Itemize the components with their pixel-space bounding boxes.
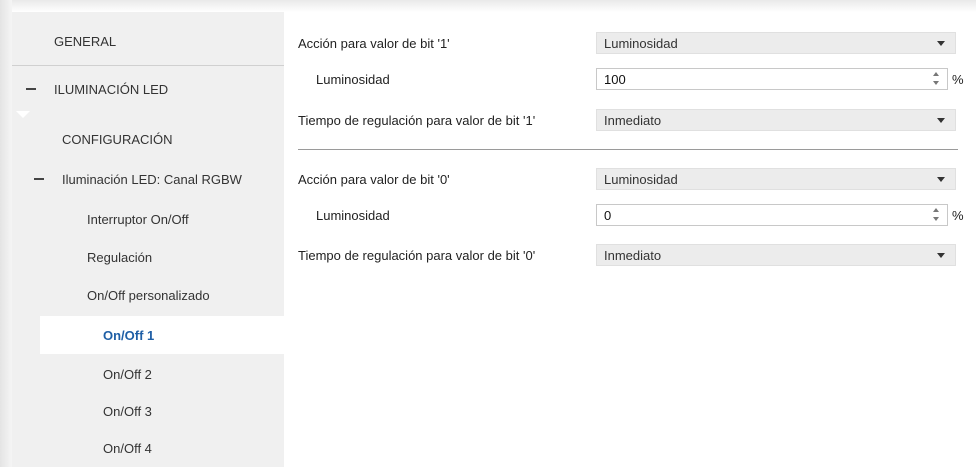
bit0-time-label: Tiempo de regulación para valor de bit '… <box>298 248 536 263</box>
sidebar-item-label: Iluminación LED: Canal RGBW <box>62 171 242 187</box>
sidebar-item-label: On/Off personalizado <box>87 287 210 303</box>
bit0-action-value: Luminosidad <box>604 171 678 187</box>
chevron-down-icon <box>937 41 945 46</box>
bit0-action-select[interactable]: Luminosidad <box>596 168 956 190</box>
sidebar-item-label: On/Off 2 <box>103 366 152 382</box>
bit1-time-value: Inmediato <box>604 112 662 128</box>
bit1-time-label: Tiempo de regulación para valor de bit '… <box>298 113 536 128</box>
bit0-time-value: Inmediato <box>604 247 662 263</box>
sidebar-item-label: Regulación <box>87 249 153 265</box>
sidebar-item-label: Interruptor On/Off <box>87 211 189 227</box>
sidebar-item-onoff-1[interactable]: On/Off 1 <box>40 316 284 354</box>
sidebar-item-iluminacion-led[interactable]: ILUMINACIÓN LED <box>12 70 284 108</box>
sidebar-item-label: GENERAL <box>54 33 117 49</box>
chevron-down-icon <box>937 118 945 123</box>
bit1-unit: % <box>952 72 964 87</box>
sidebar-item-onoff-2[interactable]: On/Off 2 <box>12 355 284 393</box>
sidebar-item-canal-rgbw[interactable]: Iluminación LED: Canal RGBW <box>12 160 284 198</box>
bit0-time-select[interactable]: Inmediato <box>596 244 956 266</box>
section-pointer-icon <box>16 111 30 118</box>
bit1-action-label: Acción para valor de bit '1' <box>298 36 450 51</box>
sidebar-item-label: ILUMINACIÓN LED <box>54 81 169 97</box>
bit0-unit: % <box>952 208 964 223</box>
section-divider <box>298 149 958 150</box>
collapse-icon[interactable] <box>26 88 36 90</box>
bit1-brightness-label: Luminosidad <box>316 72 390 87</box>
collapse-icon[interactable] <box>34 178 44 180</box>
sidebar-item-onoff-personalizado[interactable]: On/Off personalizado <box>12 276 284 314</box>
bit0-brightness-value: 0 <box>604 207 612 223</box>
bit1-brightness-stepper[interactable]: 100 <box>596 68 948 90</box>
sidebar-item-label: CONFIGURACIÓN <box>62 131 173 147</box>
sidebar-item-label: On/Off 4 <box>103 440 152 456</box>
sidebar-item-label: On/Off 1 <box>103 327 155 343</box>
bit0-brightness-stepper[interactable]: 0 <box>596 204 948 226</box>
window-top-shadow <box>0 0 976 12</box>
window: GENERAL ILUMINACIÓN LED CONFIGURACIÓN Il… <box>0 0 976 467</box>
sidebar-item-onoff-4[interactable]: On/Off 4 <box>12 429 284 467</box>
chevron-down-icon <box>937 177 945 182</box>
sidebar-item-regulacion[interactable]: Regulación <box>12 238 284 276</box>
bit1-action-select[interactable]: Luminosidad <box>596 32 956 54</box>
bit0-action-label: Acción para valor de bit '0' <box>298 172 450 187</box>
sidebar-item-interruptor[interactable]: Interruptor On/Off <box>12 200 284 238</box>
chevron-down-icon <box>937 253 945 258</box>
sidebar-divider <box>12 65 284 66</box>
sidebar: GENERAL ILUMINACIÓN LED CONFIGURACIÓN Il… <box>12 12 284 467</box>
parameters-panel: Acción para valor de bit '1' Luminosidad… <box>284 12 976 467</box>
bit1-brightness-value: 100 <box>604 71 626 87</box>
sidebar-item-configuracion[interactable]: CONFIGURACIÓN <box>12 120 284 158</box>
window-left-shadow <box>0 0 12 467</box>
bit1-action-value: Luminosidad <box>604 35 678 51</box>
stepper-arrows-icon[interactable] <box>933 207 941 223</box>
sidebar-item-onoff-3[interactable]: On/Off 3 <box>12 392 284 430</box>
sidebar-item-general[interactable]: GENERAL <box>12 22 284 60</box>
bit0-brightness-label: Luminosidad <box>316 208 390 223</box>
stepper-arrows-icon[interactable] <box>933 71 941 87</box>
sidebar-item-label: On/Off 3 <box>103 403 152 419</box>
bit1-time-select[interactable]: Inmediato <box>596 109 956 131</box>
